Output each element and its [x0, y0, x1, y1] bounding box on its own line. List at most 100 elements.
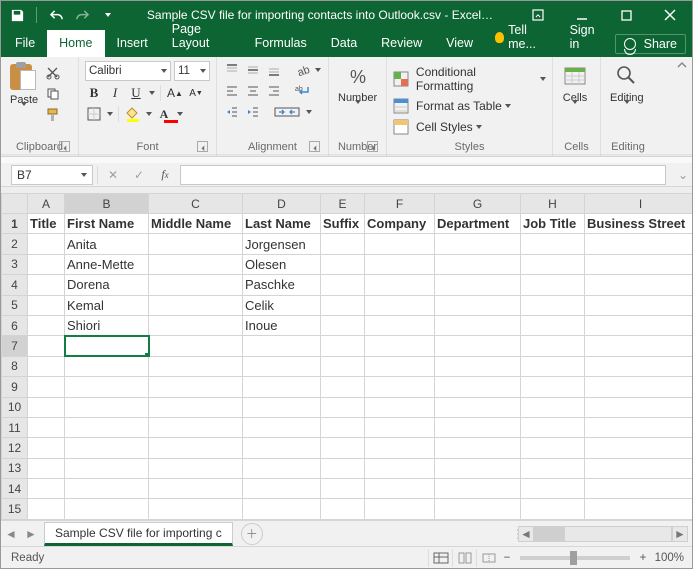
- borders-dropdown[interactable]: [106, 112, 113, 116]
- format-painter-button[interactable]: [43, 105, 61, 123]
- sheet-nav-next[interactable]: ►: [21, 524, 41, 544]
- font-size-combo[interactable]: 11: [174, 61, 210, 81]
- cells-menu-button[interactable]: Cells: [559, 61, 591, 118]
- col-header-d[interactable]: D: [243, 194, 321, 214]
- expand-formula-bar-button[interactable]: ⌄: [674, 168, 692, 182]
- merge-center-button[interactable]: [272, 103, 302, 121]
- decrease-font-button[interactable]: A▼: [187, 84, 205, 102]
- sign-in-button[interactable]: Sign in: [560, 17, 612, 57]
- borders-button[interactable]: [85, 105, 103, 123]
- col-header-h[interactable]: H: [521, 194, 585, 214]
- sheet-tab-active[interactable]: Sample CSV file for importing c: [44, 522, 233, 546]
- italic-button[interactable]: I: [106, 84, 124, 102]
- align-top-button[interactable]: [223, 61, 241, 79]
- align-center-button[interactable]: [244, 82, 262, 100]
- tab-formulas[interactable]: Formulas: [243, 30, 319, 57]
- row-header-8[interactable]: 8: [2, 356, 28, 376]
- new-sheet-button[interactable]: ＋: [241, 523, 263, 545]
- col-header-f[interactable]: F: [365, 194, 435, 214]
- select-all-button[interactable]: [2, 194, 28, 214]
- orientation-button[interactable]: ab: [293, 61, 311, 79]
- zoom-in-button[interactable]: +: [636, 552, 650, 564]
- cell-styles-button[interactable]: Cell Styles: [393, 119, 483, 135]
- tab-insert[interactable]: Insert: [105, 30, 160, 57]
- save-button[interactable]: [7, 5, 27, 25]
- row-header-2[interactable]: 2: [2, 234, 28, 254]
- tab-file[interactable]: File: [1, 30, 47, 57]
- zoom-level[interactable]: 100%: [650, 552, 692, 564]
- redo-button[interactable]: [72, 5, 92, 25]
- row-header-14[interactable]: 14: [2, 479, 28, 499]
- orientation-dropdown[interactable]: [314, 68, 321, 72]
- wrap-text-button[interactable]: ab: [293, 82, 311, 100]
- col-header-i[interactable]: I: [585, 194, 693, 214]
- row-header-5[interactable]: 5: [2, 295, 28, 315]
- tab-data[interactable]: Data: [319, 30, 369, 57]
- row-header-3[interactable]: 3: [2, 254, 28, 274]
- horizontal-scrollbar[interactable]: ◄►: [518, 526, 688, 542]
- format-as-table-button[interactable]: Format as Table: [393, 98, 512, 114]
- copy-button[interactable]: [43, 84, 61, 102]
- align-bottom-button[interactable]: [265, 61, 283, 79]
- row-header-6[interactable]: 6: [2, 315, 28, 335]
- bold-button[interactable]: B: [85, 84, 103, 102]
- clipboard-launcher[interactable]: [59, 141, 70, 152]
- editing-menu-button[interactable]: Editing: [607, 61, 647, 118]
- active-cell[interactable]: [65, 336, 149, 356]
- cancel-edit-button[interactable]: ✕: [102, 166, 124, 184]
- underline-dropdown[interactable]: [148, 91, 155, 95]
- row-header-10[interactable]: 10: [2, 397, 28, 417]
- zoom-out-button[interactable]: −: [500, 552, 514, 564]
- col-header-g[interactable]: G: [435, 194, 521, 214]
- collapse-ribbon-button[interactable]: [674, 59, 690, 71]
- row-header-1[interactable]: 1: [2, 214, 28, 234]
- fill-color-button[interactable]: [124, 105, 142, 123]
- qat-customize-button[interactable]: [98, 5, 118, 25]
- row-header-15[interactable]: 15: [2, 499, 28, 520]
- row-header-9[interactable]: 9: [2, 377, 28, 397]
- align-right-button[interactable]: [265, 82, 283, 100]
- underline-button[interactable]: U: [127, 84, 145, 102]
- name-box[interactable]: B7: [11, 165, 93, 185]
- share-button[interactable]: Share: [615, 34, 686, 54]
- number-format-button[interactable]: % Number: [335, 61, 380, 118]
- row-header-13[interactable]: 13: [2, 458, 28, 478]
- col-header-a[interactable]: A: [28, 194, 65, 214]
- col-header-c[interactable]: C: [149, 194, 243, 214]
- tab-review[interactable]: Review: [369, 30, 434, 57]
- tell-me-button[interactable]: Tell me...: [485, 17, 560, 57]
- row-header-11[interactable]: 11: [2, 417, 28, 437]
- enter-edit-button[interactable]: ✓: [128, 166, 150, 184]
- fill-color-dropdown[interactable]: [145, 112, 152, 116]
- row-header-12[interactable]: 12: [2, 438, 28, 458]
- conditional-formatting-button[interactable]: Conditional Formatting: [393, 65, 546, 93]
- row-header-4[interactable]: 4: [2, 275, 28, 295]
- sheet-nav-prev[interactable]: ◄: [1, 524, 21, 544]
- insert-function-button[interactable]: fx: [154, 166, 176, 184]
- undo-button[interactable]: [46, 5, 66, 25]
- tab-view[interactable]: View: [434, 30, 485, 57]
- paste-button[interactable]: Paste: [7, 61, 41, 120]
- merge-dropdown[interactable]: [305, 110, 312, 114]
- zoom-slider[interactable]: [520, 556, 630, 560]
- font-launcher[interactable]: [197, 141, 208, 152]
- tab-page-layout[interactable]: Page Layout: [160, 16, 243, 57]
- col-header-b[interactable]: B: [65, 194, 149, 214]
- view-page-break-button[interactable]: [476, 549, 500, 567]
- alignment-launcher[interactable]: [309, 141, 320, 152]
- close-button[interactable]: [648, 1, 692, 29]
- increase-indent-button[interactable]: [244, 103, 262, 121]
- font-name-combo[interactable]: Calibri: [85, 61, 171, 81]
- font-color-dropdown[interactable]: [176, 112, 183, 116]
- cut-button[interactable]: [43, 63, 61, 81]
- worksheet-grid[interactable]: A B C D E F G H I 1 TitleFirst NameMiddl…: [1, 193, 692, 520]
- increase-font-button[interactable]: A▲: [166, 84, 184, 102]
- formula-input[interactable]: [180, 165, 666, 185]
- align-middle-button[interactable]: [244, 61, 262, 79]
- col-header-e[interactable]: E: [321, 194, 365, 214]
- view-page-layout-button[interactable]: [452, 549, 476, 567]
- view-normal-button[interactable]: [428, 549, 452, 567]
- number-launcher[interactable]: [367, 141, 378, 152]
- align-left-button[interactable]: [223, 82, 241, 100]
- row-header-7[interactable]: 7: [2, 336, 28, 356]
